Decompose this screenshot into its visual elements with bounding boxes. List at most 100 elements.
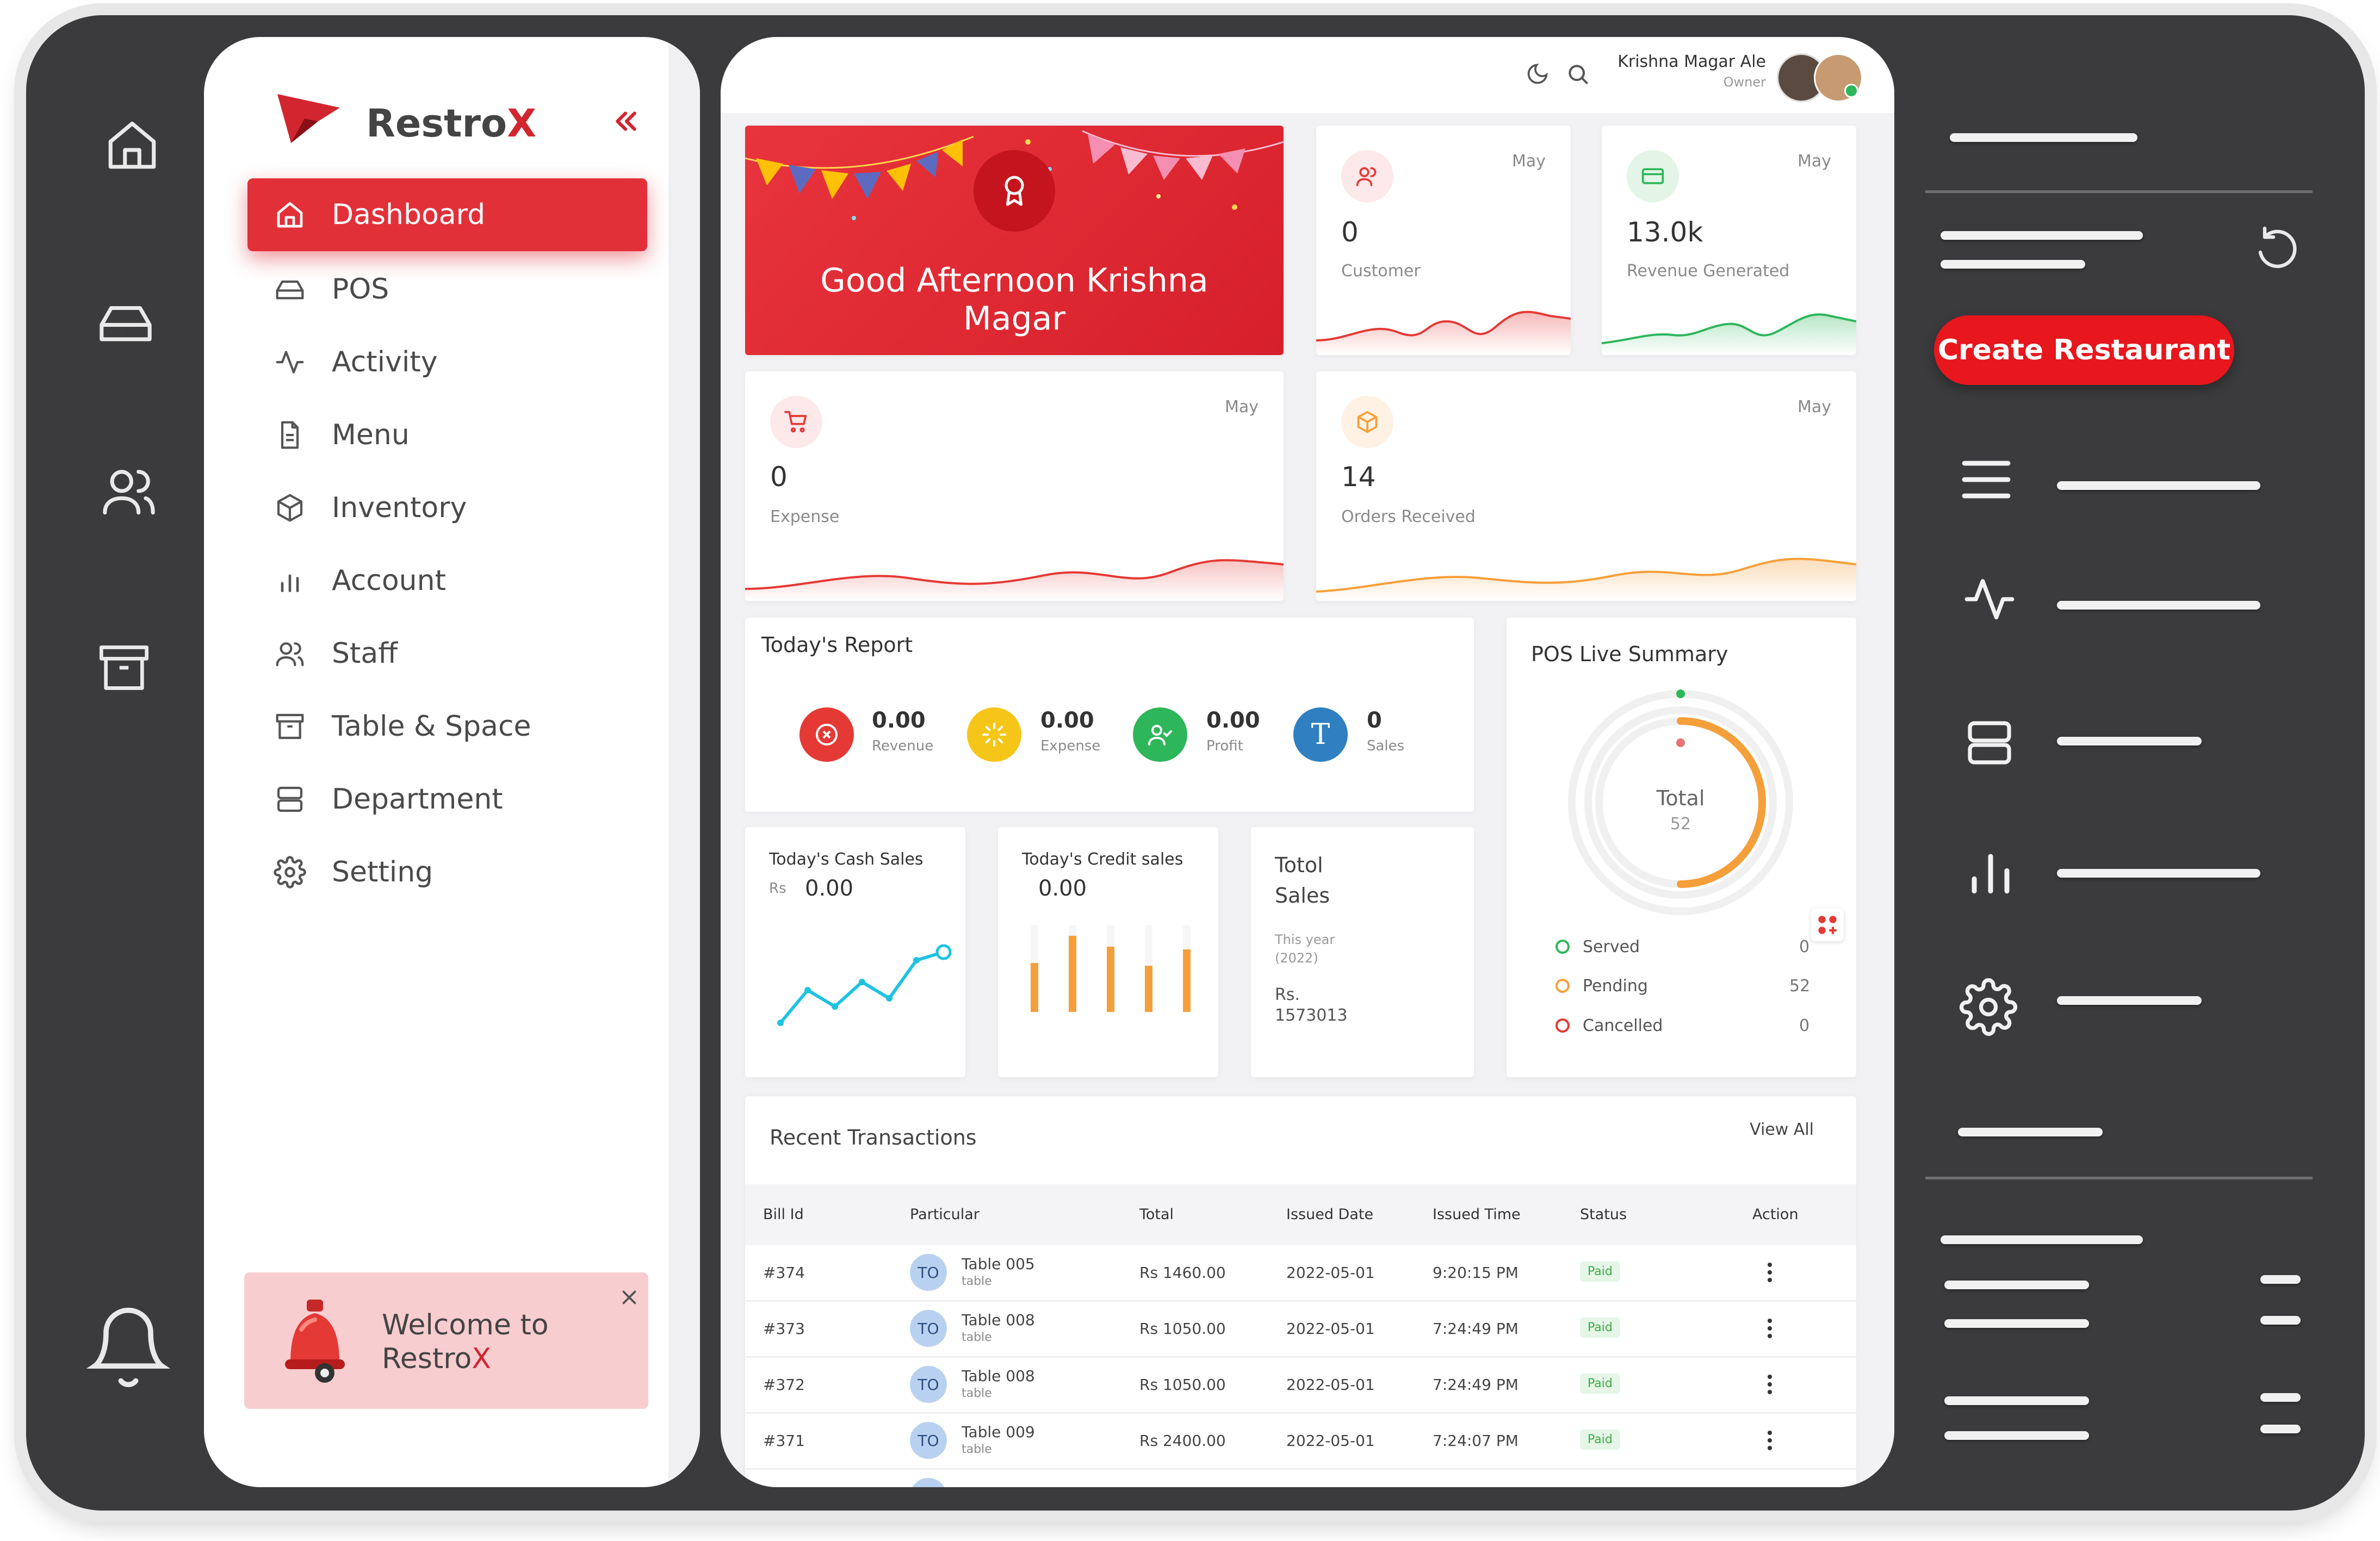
user-info[interactable]: Krishna Magar Ale Owner bbox=[1617, 52, 1766, 90]
nav-item-table-space[interactable]: Table & Space bbox=[247, 690, 647, 763]
orders-sparkline bbox=[1316, 557, 1856, 601]
pos-summary-title: POS Live Summary bbox=[1531, 642, 1728, 666]
search-icon[interactable] bbox=[1566, 62, 1590, 86]
welcome-card: Welcome to RestroX bbox=[244, 1272, 648, 1409]
more-vertical-icon[interactable] bbox=[1767, 1318, 1773, 1339]
orders-value: 14 bbox=[1341, 461, 1376, 493]
cash-sales-title: Today's Cash Sales bbox=[769, 850, 924, 869]
bell-icon[interactable] bbox=[84, 1301, 173, 1394]
create-restaurant-button[interactable]: Create Restaurant bbox=[1934, 315, 2234, 385]
loader-icon bbox=[967, 707, 1021, 762]
online-status-dot bbox=[1844, 84, 1858, 98]
table-row[interactable]: #374 TO Table 005 table Rs 1460.00 2022-… bbox=[745, 1245, 1856, 1300]
total-sales-title-line1: Totol bbox=[1275, 853, 1323, 877]
placeholder-line bbox=[1944, 1396, 2089, 1405]
nav-item-staff[interactable]: Staff bbox=[247, 617, 647, 690]
placeholder-line bbox=[1944, 1319, 2089, 1328]
close-icon[interactable] bbox=[619, 1288, 639, 1307]
welcome-line1: Welcome to bbox=[382, 1309, 549, 1341]
nav-item-dashboard[interactable]: Dashboard bbox=[247, 178, 647, 251]
row-particular-sub: table bbox=[962, 1275, 992, 1288]
grid-add-icon[interactable] bbox=[1811, 909, 1844, 941]
gear-icon[interactable] bbox=[1959, 978, 2018, 1036]
hamburger-menu-icon[interactable] bbox=[1960, 457, 2012, 502]
home-icon[interactable] bbox=[103, 115, 161, 175]
orders-month: May bbox=[1797, 397, 1831, 417]
welcome-brand-main: Restro bbox=[382, 1343, 472, 1375]
col-particular: Particular bbox=[910, 1206, 980, 1223]
col-issued-date: Issued Date bbox=[1286, 1206, 1374, 1223]
report-sales-label: Sales bbox=[1367, 738, 1405, 754]
table-row[interactable]: #373 TO Table 008 table Rs 1050.00 2022-… bbox=[745, 1301, 1856, 1356]
orders-label: Orders Received bbox=[1341, 507, 1476, 526]
row-total: Rs 1460.00 bbox=[1139, 1264, 1226, 1282]
placeholder-line bbox=[2260, 1393, 2301, 1402]
table-row[interactable]: #372 TO Table 008 table Rs 1050.00 2022-… bbox=[745, 1357, 1856, 1412]
report-sales-value: 0 bbox=[1367, 708, 1382, 733]
nav-label-activity: Activity bbox=[332, 346, 438, 378]
nav-item-inventory[interactable]: Inventory bbox=[247, 471, 647, 544]
nav-item-activity[interactable]: Activity bbox=[247, 326, 647, 399]
divider bbox=[1925, 190, 2313, 193]
server-icon[interactable] bbox=[1963, 716, 2016, 770]
placeholder-line bbox=[2260, 1425, 2301, 1433]
credit-sales-value: 0.00 bbox=[1038, 876, 1087, 901]
row-divider bbox=[745, 1468, 1856, 1470]
archive-icon[interactable] bbox=[94, 641, 154, 695]
status-badge: Paid bbox=[1580, 1318, 1620, 1338]
brand-name-main: Restro bbox=[366, 101, 507, 146]
nav-item-account[interactable]: Account bbox=[247, 544, 647, 617]
nav-item-department[interactable]: Department bbox=[247, 763, 647, 836]
nav-label-staff: Staff bbox=[332, 637, 398, 670]
package-icon bbox=[1341, 396, 1393, 448]
row-particular-sub: table bbox=[962, 1443, 992, 1456]
total-sales-amount-line1: Rs. bbox=[1275, 985, 1300, 1004]
placeholder-line bbox=[1944, 1281, 2089, 1289]
report-expense-label: Expense bbox=[1040, 738, 1101, 754]
credit-sales-title: Today's Credit sales bbox=[1022, 850, 1183, 869]
total-sales-period-line1: This year bbox=[1275, 932, 1335, 947]
file-icon bbox=[269, 420, 310, 450]
placeholder-line bbox=[2057, 481, 2260, 490]
report-profit-label: Profit bbox=[1206, 738, 1243, 754]
status-badge: Paid bbox=[1580, 1374, 1620, 1394]
placeholder-line bbox=[1941, 260, 2085, 269]
user-check-icon bbox=[1133, 707, 1187, 762]
table-row[interactable]: #371 TO Table 009 table Rs 2400.00 2022-… bbox=[745, 1413, 1856, 1468]
cart-icon bbox=[770, 396, 822, 448]
archive-icon bbox=[269, 711, 310, 742]
users-icon[interactable] bbox=[97, 462, 161, 520]
activity-icon[interactable] bbox=[1960, 572, 2019, 626]
expense-label: Expense bbox=[770, 507, 840, 526]
nav-label-inventory: Inventory bbox=[332, 492, 467, 524]
sidebar-scroll-track bbox=[668, 37, 700, 1487]
bar-chart-icon[interactable] bbox=[1964, 848, 2017, 897]
welcome-brand-accent: X bbox=[472, 1343, 491, 1375]
report-expense-value: 0.00 bbox=[1040, 708, 1094, 733]
more-vertical-icon[interactable] bbox=[1767, 1430, 1773, 1451]
nav-item-setting[interactable]: Setting bbox=[247, 836, 647, 909]
refresh-icon[interactable] bbox=[2249, 223, 2302, 277]
row-date: 2022-05-01 bbox=[1286, 1320, 1375, 1338]
row-total: Rs 1050.00 bbox=[1139, 1320, 1226, 1338]
todays-report-title: Today's Report bbox=[761, 633, 913, 657]
drive-icon[interactable] bbox=[97, 294, 154, 351]
report-revenue-label: Revenue bbox=[872, 738, 934, 754]
row-date: 2022-05-01 bbox=[1286, 1376, 1375, 1394]
collapse-sidebar-icon[interactable] bbox=[612, 108, 639, 135]
row-particular: Table 009 bbox=[962, 1423, 1035, 1441]
view-all-link[interactable]: View All bbox=[1750, 1120, 1814, 1139]
total-sales-amount: Rs. 1573013 bbox=[1275, 985, 1348, 1026]
more-vertical-icon[interactable] bbox=[1767, 1374, 1773, 1395]
row-time: 7:24:49 PM bbox=[1433, 1376, 1519, 1394]
nav-item-pos[interactable]: POS bbox=[247, 253, 647, 326]
moon-icon[interactable] bbox=[1526, 62, 1550, 86]
row-avatar: TO bbox=[910, 1422, 947, 1459]
row-total: Rs 2400.00 bbox=[1139, 1432, 1226, 1450]
server-icon bbox=[269, 784, 310, 815]
row-particular: Table 005 bbox=[962, 1255, 1035, 1273]
more-vertical-icon[interactable] bbox=[1767, 1262, 1773, 1283]
nav-item-menu[interactable]: Menu bbox=[247, 399, 647, 471]
total-sales-period-line2: (2022) bbox=[1275, 950, 1318, 966]
row-particular-sub: table bbox=[962, 1331, 992, 1344]
